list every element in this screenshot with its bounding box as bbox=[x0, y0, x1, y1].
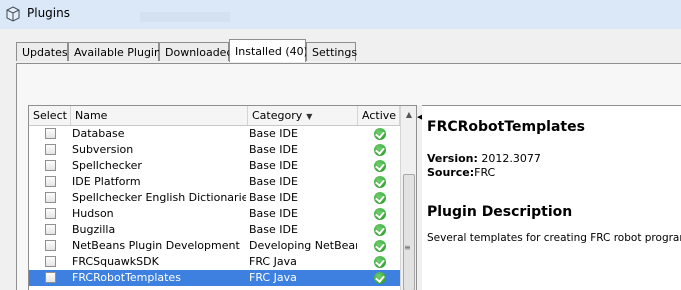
table-row[interactable]: Database Base IDE bbox=[29, 126, 400, 142]
table-row[interactable]: Spellchecker English Dictionaries Base ID… bbox=[29, 190, 400, 206]
scroll-up-arrow-icon[interactable]: ▲ bbox=[401, 106, 416, 123]
active-check-icon bbox=[374, 192, 386, 204]
select-checkbox[interactable] bbox=[45, 272, 56, 283]
version-line: Version: 2012.3077 bbox=[427, 152, 541, 165]
table-header: Select Name Category ▼ Active bbox=[29, 106, 400, 126]
sort-descending-icon: ▼ bbox=[306, 112, 313, 121]
plugin-title: FRCRobotTemplates bbox=[427, 119, 585, 135]
category-cell: Base IDE bbox=[249, 143, 298, 156]
description-text: Several templates for creating FRC robot… bbox=[427, 232, 681, 244]
vertical-scrollbar[interactable]: ▲ ≡ bbox=[400, 106, 416, 290]
plugin-name-cell: Bugzilla bbox=[72, 223, 116, 236]
active-check-icon bbox=[374, 176, 386, 188]
category-cell: Base IDE bbox=[249, 191, 298, 204]
table-row[interactable]: NetBeans Plugin Development Developing Ne… bbox=[29, 238, 400, 254]
category-cell: FRC Java bbox=[249, 255, 297, 268]
table-row[interactable]: Bugzilla Base IDE bbox=[29, 222, 400, 238]
plugin-details-panel: FRCRobotTemplates Version: 2012.3077 Sou… bbox=[422, 105, 681, 290]
source-value: FRC bbox=[474, 166, 496, 179]
plugin-name-cell: Hudson bbox=[72, 207, 114, 220]
table-row[interactable]: Hudson Base IDE bbox=[29, 206, 400, 222]
plugin-name-cell: NetBeans Plugin Development bbox=[72, 239, 240, 252]
select-checkbox[interactable] bbox=[45, 192, 56, 203]
tab-label: Available Plugins bbox=[74, 46, 167, 59]
header-label: Category bbox=[252, 109, 303, 122]
table-row[interactable]: IDE Platform Base IDE bbox=[29, 174, 400, 190]
header-category[interactable]: Category ▼ bbox=[248, 106, 358, 125]
category-cell: FRC Java bbox=[249, 271, 297, 284]
title-bar: Plugins bbox=[0, 0, 681, 29]
select-checkbox[interactable] bbox=[45, 176, 56, 187]
select-checkbox[interactable] bbox=[45, 256, 56, 267]
tab-updates[interactable]: Updates bbox=[16, 42, 68, 61]
active-check-icon bbox=[374, 272, 386, 284]
header-label: Select bbox=[33, 109, 67, 122]
active-check-icon bbox=[374, 256, 386, 268]
active-check-icon bbox=[374, 224, 386, 236]
title-blur bbox=[140, 12, 230, 22]
plugin-name-cell: Spellchecker English Dictionaries bbox=[72, 191, 246, 204]
category-cell: Base IDE bbox=[249, 207, 298, 220]
table-row[interactable]: Spellchecker Base IDE bbox=[29, 158, 400, 174]
table-row[interactable]: Subversion Base IDE bbox=[29, 142, 400, 158]
active-check-icon bbox=[374, 208, 386, 220]
category-cell: Developing NetBeans bbox=[249, 239, 357, 252]
plugin-name-cell: Subversion bbox=[72, 143, 134, 156]
tab-settings[interactable]: Settings bbox=[306, 42, 358, 61]
header-select[interactable]: Select bbox=[29, 106, 71, 125]
category-cell: Base IDE bbox=[249, 175, 298, 188]
plugins-table: Select Name Category ▼ Active Database Bas… bbox=[28, 105, 417, 290]
category-cell: Base IDE bbox=[249, 159, 298, 172]
tab-label: Updates bbox=[22, 46, 68, 59]
plugin-name-cell: FRCRobotTemplates bbox=[72, 271, 181, 284]
active-check-icon bbox=[374, 128, 386, 140]
plugin-name-cell: IDE Platform bbox=[72, 175, 141, 188]
plugins-cube-icon bbox=[6, 6, 20, 22]
plugin-name-cell: Spellchecker bbox=[72, 159, 142, 172]
description-heading: Plugin Description bbox=[427, 204, 573, 220]
category-cell: Base IDE bbox=[249, 127, 298, 140]
tab-downloaded[interactable]: Downloaded bbox=[159, 42, 233, 61]
header-label: Name bbox=[75, 109, 108, 122]
version-label: Version: bbox=[427, 152, 478, 165]
scroll-grip-icon: ≡ bbox=[404, 243, 411, 252]
tab-available-plugins[interactable]: Available Plugins bbox=[68, 42, 167, 61]
header-name[interactable]: Name bbox=[71, 106, 248, 125]
active-check-icon bbox=[374, 144, 386, 156]
scrollbar-thumb[interactable] bbox=[403, 174, 415, 290]
select-checkbox[interactable] bbox=[45, 208, 56, 219]
select-checkbox[interactable] bbox=[45, 160, 56, 171]
source-label: Source: bbox=[427, 166, 475, 179]
tab-installed[interactable]: Installed (40) bbox=[229, 39, 308, 62]
active-check-icon bbox=[374, 240, 386, 252]
window-title: Plugins bbox=[27, 6, 70, 20]
plugin-name-cell: FRCSquawkSDK bbox=[72, 255, 159, 268]
plugin-name-cell: Database bbox=[72, 127, 125, 140]
tab-label: Downloaded bbox=[165, 46, 234, 59]
select-checkbox[interactable] bbox=[45, 240, 56, 251]
category-cell: Base IDE bbox=[249, 223, 298, 236]
header-active[interactable]: Active bbox=[358, 106, 400, 125]
header-label: Active bbox=[362, 109, 397, 122]
tab-label: Installed (40) bbox=[235, 45, 308, 58]
active-check-icon bbox=[374, 160, 386, 172]
version-value: 2012.3077 bbox=[481, 152, 541, 165]
table-row[interactable]: FRCRobotTemplates FRC Java bbox=[29, 270, 400, 286]
select-checkbox[interactable] bbox=[45, 224, 56, 235]
source-line: Source:FRC bbox=[427, 166, 495, 179]
select-checkbox[interactable] bbox=[45, 128, 56, 139]
select-checkbox[interactable] bbox=[45, 144, 56, 155]
table-row[interactable]: FRCSquawkSDK FRC Java bbox=[29, 254, 400, 270]
tab-label: Settings bbox=[312, 46, 358, 59]
